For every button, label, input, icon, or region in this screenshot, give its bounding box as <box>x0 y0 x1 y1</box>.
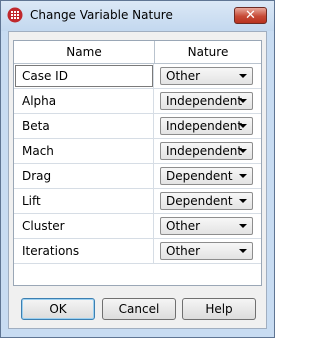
cancel-button[interactable]: Cancel <box>102 298 176 320</box>
table-row[interactable]: Lift Dependent <box>14 189 261 214</box>
dialog-title: Change Variable Nature <box>30 8 173 22</box>
dropdown-arrow-icon <box>239 174 247 178</box>
table-row[interactable]: Beta Independent <box>14 114 261 139</box>
nature-value: Other <box>166 244 201 258</box>
nature-dropdown[interactable]: Dependent <box>160 167 253 185</box>
nature-dropdown[interactable]: Other <box>160 217 253 235</box>
dropdown-arrow-icon <box>239 199 247 203</box>
grid-header: Name Nature <box>14 41 261 64</box>
dropdown-arrow-icon <box>239 124 247 128</box>
dropdown-arrow-icon <box>239 99 247 103</box>
nature-value: Dependent <box>166 169 233 183</box>
table-row[interactable]: Alpha Independent <box>14 89 261 114</box>
column-header-name[interactable]: Name <box>14 41 154 63</box>
table-row[interactable]: Drag Dependent <box>14 164 261 189</box>
nature-dropdown[interactable]: Other <box>160 67 253 85</box>
nature-dropdown[interactable]: Independent <box>160 117 253 135</box>
close-button[interactable]: ✕ <box>234 7 267 24</box>
variable-name[interactable]: Mach <box>14 139 154 163</box>
table-row[interactable]: Mach Independent <box>14 139 261 164</box>
nature-value: Independent <box>166 144 243 158</box>
dropdown-arrow-icon <box>239 224 247 228</box>
dropdown-arrow-icon <box>239 74 247 78</box>
close-icon: ✕ <box>245 8 256 23</box>
dropdown-arrow-icon <box>239 249 247 253</box>
nature-value: Other <box>166 69 201 83</box>
variable-name[interactable]: Cluster <box>14 214 154 238</box>
nature-dropdown[interactable]: Independent <box>160 142 253 160</box>
variable-grid: Name Nature Case ID Other Alpha Independ… <box>13 40 262 286</box>
variable-name[interactable]: Case ID <box>14 64 154 88</box>
table-row[interactable]: Iterations Other <box>14 239 261 264</box>
nature-value: Dependent <box>166 194 233 208</box>
variable-name[interactable]: Alpha <box>14 89 154 113</box>
variable-name[interactable]: Beta <box>14 114 154 138</box>
help-button[interactable]: Help <box>182 298 256 320</box>
dialog-window: Change Variable Nature ✕ Name Nature Cas… <box>0 0 275 338</box>
table-row[interactable]: Case ID Other <box>14 64 261 89</box>
app-grid-icon <box>7 7 23 23</box>
nature-dropdown[interactable]: Other <box>160 242 253 260</box>
table-row[interactable]: Cluster Other <box>14 214 261 239</box>
column-header-nature[interactable]: Nature <box>155 41 261 63</box>
title-bar[interactable]: Change Variable Nature ✕ <box>1 1 274 31</box>
nature-dropdown[interactable]: Independent <box>160 92 253 110</box>
nature-value: Independent <box>166 119 243 133</box>
ok-button[interactable]: OK <box>21 298 95 320</box>
variable-name[interactable]: Drag <box>14 164 154 188</box>
nature-dropdown[interactable]: Dependent <box>160 192 253 210</box>
dropdown-arrow-icon <box>239 149 247 153</box>
nature-value: Independent <box>166 94 243 108</box>
nature-value: Other <box>166 219 201 233</box>
variable-name[interactable]: Lift <box>14 189 154 213</box>
variable-name[interactable]: Iterations <box>14 239 154 263</box>
